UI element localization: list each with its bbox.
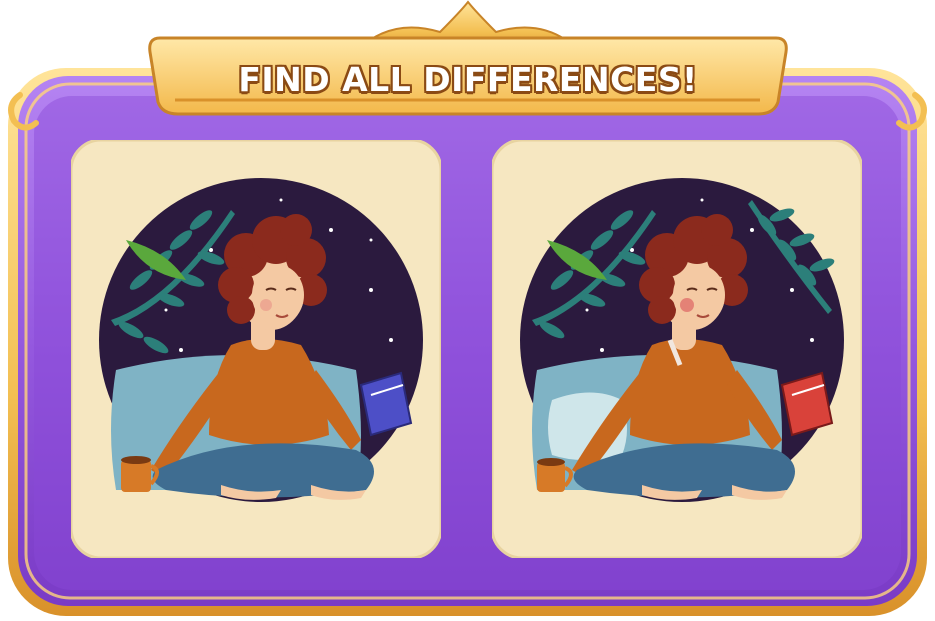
right-image-panel[interactable]: [492, 140, 862, 558]
book[interactable]: [780, 371, 834, 437]
title-text: FIND ALL DIFFERENCES!: [238, 59, 698, 99]
book[interactable]: [359, 371, 413, 437]
original-scene[interactable]: [71, 140, 441, 558]
left-image-panel[interactable]: [71, 140, 441, 558]
modified-scene[interactable]: [492, 140, 862, 558]
title-banner: FIND ALL DIFFERENCES!: [163, 48, 773, 110]
find-differences-screen: FIND ALL DIFFERENCES!: [0, 0, 935, 621]
